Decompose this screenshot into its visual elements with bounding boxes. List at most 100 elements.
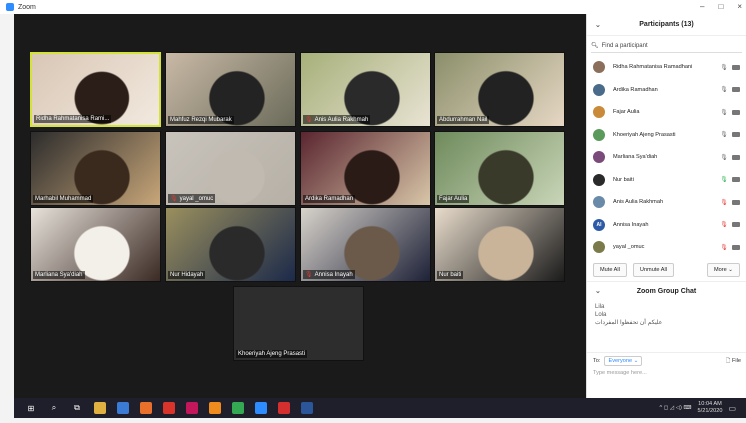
tray-icons[interactable]: ^ ◻ ◿ ◁) ⌨ <box>660 405 692 411</box>
participant-row[interactable]: Nur baiti 🎙︎ <box>587 169 746 192</box>
video-tile[interactable]: 🎙︎ Annisa Inayah <box>300 207 431 282</box>
collapse-chat-icon[interactable]: ⌄ <box>595 287 601 295</box>
video-tile[interactable]: Ridha Rahmatanisa Rami... <box>30 52 161 127</box>
avatar <box>593 241 605 254</box>
participant-name-label: 🎙︎ Annisa Inayah <box>303 270 355 279</box>
mic-muted-icon[interactable]: 🎙︎ <box>719 244 729 251</box>
app-red-icon[interactable] <box>163 402 175 414</box>
video-camera-icon[interactable] <box>732 244 740 250</box>
notification-icon[interactable]: ▭ <box>728 404 736 413</box>
video-camera-icon[interactable] <box>732 177 740 183</box>
participant-list: Ridha Rahmatanisa Ramadhani 🎙︎ Ardika Rama… <box>587 56 746 259</box>
app-orange-icon[interactable] <box>209 402 221 414</box>
minimize-button[interactable]: – <box>700 0 704 14</box>
video-camera-icon[interactable] <box>732 87 740 93</box>
video-tile[interactable]: Fajar Aulia <box>434 131 565 206</box>
participant-name-label: 🎙︎ yayal _omuc <box>168 194 216 203</box>
zoom-taskbar-icon[interactable] <box>255 402 267 414</box>
participant-name: yayal _omuc <box>179 196 214 202</box>
word-icon[interactable] <box>301 402 313 414</box>
participants-header: ⌄ Participants (13) <box>587 14 746 36</box>
gallery-view: Ridha Rahmatanisa Rami... Mahfuz Rezqi Mu… <box>14 14 586 398</box>
window-controls: – □ × <box>700 0 742 14</box>
file-icon: 🗋 <box>725 357 731 364</box>
store-icon[interactable] <box>117 402 129 414</box>
participants-title: Participants (13) <box>639 21 694 28</box>
video-camera-icon[interactable] <box>732 199 740 205</box>
video-tile[interactable]: Marliana Sya'diah <box>30 207 161 282</box>
mic-icon[interactable]: 🎙︎ <box>719 176 729 183</box>
participant-name-label: Abdurrahman Nail <box>437 116 490 124</box>
close-button[interactable]: × <box>737 0 742 14</box>
participant-row[interactable]: Anis Aulia Rakhmah 🎙︎ <box>587 191 746 214</box>
video-tile[interactable]: Ardika Ramadhan <box>300 131 431 206</box>
participant-list-name: Ridha Rahmatanisa Ramadhani <box>613 64 693 71</box>
avatar <box>593 61 605 74</box>
mic-muted-icon[interactable]: 🎙︎ <box>719 199 729 206</box>
participant-name: Anis Aulia Rakhmah <box>314 117 369 123</box>
participant-row[interactable]: Ardika Ramadhan 🎙︎ <box>587 79 746 102</box>
mute-all-button[interactable]: Mute All <box>593 262 627 277</box>
video-camera-icon[interactable] <box>732 132 740 138</box>
video-tile[interactable]: Khoeriyah Ajeng Prasasti <box>233 286 364 361</box>
participant-name: Marliana Sya'diah <box>35 272 83 278</box>
mic-icon[interactable]: 🎙︎ <box>719 154 729 161</box>
participant-name-label: 🎙︎ Anis Aulia Rakhmah <box>303 115 371 124</box>
more-button[interactable]: More ⌄ <box>707 262 740 277</box>
video-tile[interactable]: 🎙︎ yayal _omuc <box>165 131 296 206</box>
unmute-all-button[interactable]: Unmute All <box>632 262 674 277</box>
mic-muted-icon[interactable]: 🎙︎ <box>719 221 729 228</box>
video-tile[interactable]: Marhabil Muhammad <box>30 131 161 206</box>
video-camera-icon[interactable] <box>732 64 740 70</box>
participant-row[interactable]: Ridha Rahmatanisa Ramadhani 🎙︎ <box>587 56 746 79</box>
search-icon: 🔍︎ <box>591 43 599 49</box>
zoom-app-icon <box>6 3 14 11</box>
firefox-icon[interactable] <box>140 402 152 414</box>
app-pink-icon[interactable] <box>186 402 198 414</box>
video-tile[interactable]: Abdurrahman Nail <box>434 52 565 127</box>
mic-icon[interactable]: 🎙︎ <box>719 64 729 71</box>
pdf-icon[interactable] <box>278 402 290 414</box>
mic-icon[interactable]: 🎙︎ <box>719 131 729 138</box>
recipient-select[interactable]: Everyone ⌄ <box>604 355 643 366</box>
clock[interactable]: 10:04 AM 5/21/2020 <box>698 401 723 415</box>
task-view-icon[interactable]: ⧉ <box>71 402 83 414</box>
mic-icon[interactable]: 🎙︎ <box>719 86 729 93</box>
participant-name: Annisa Inayah <box>314 272 353 278</box>
find-participant-input[interactable]: 🔍︎ Find a participant <box>591 39 742 53</box>
video-camera-icon[interactable] <box>732 154 740 160</box>
collapse-participants-icon[interactable]: ⌄ <box>595 21 601 29</box>
video-tile[interactable]: Nur Hidayah <box>165 207 296 282</box>
video-camera-icon[interactable] <box>732 222 740 228</box>
video-tile[interactable]: 🎙︎ Anis Aulia Rakhmah <box>300 52 431 127</box>
chat-message-input[interactable]: Type message here... <box>593 370 647 376</box>
participant-row[interactable]: AI Annisa Inayah 🎙︎ <box>587 214 746 237</box>
participant-name-label: Nur baiti <box>437 271 464 279</box>
file-button[interactable]: 🗋 File <box>726 356 741 366</box>
video-tile[interactable]: Mahfuz Rezqi Mubarak <box>165 52 296 127</box>
avatar <box>593 83 605 96</box>
file-explorer-icon[interactable] <box>94 402 106 414</box>
participant-name-label: Ardika Ramadhan <box>303 195 356 203</box>
participant-row[interactable]: Khoeriyah Ajeng Prasasti 🎙︎ <box>587 124 746 147</box>
mic-muted-icon: 🎙︎ <box>305 272 313 278</box>
participant-list-name: Ardika Ramadhan <box>613 86 658 93</box>
participant-row[interactable]: yayal _omuc 🎙︎ <box>587 236 746 259</box>
avatar <box>593 128 605 141</box>
participant-list-name: Annisa Inayah <box>613 221 649 228</box>
participant-name: Nur Hidayah <box>170 272 204 278</box>
participant-name-label: Marliana Sya'diah <box>33 271 85 279</box>
zoom-window: Zoom – □ × Ridha Rahmatanisa Rami... Mahf… <box>0 0 746 423</box>
maximize-button[interactable]: □ <box>718 0 723 14</box>
participant-name: Ridha Rahmatanisa Rami... <box>36 116 110 122</box>
windows-start-icon[interactable]: ⊞ <box>25 402 37 414</box>
to-label: To: <box>593 357 601 364</box>
search-icon[interactable]: ⌕ <box>48 402 60 414</box>
video-camera-icon[interactable] <box>732 109 740 115</box>
participant-row[interactable]: Fajar Aulia 🎙︎ <box>587 101 746 124</box>
chrome-icon[interactable] <box>232 402 244 414</box>
video-tile[interactable]: Nur baiti <box>434 207 565 282</box>
mic-icon[interactable]: 🎙︎ <box>719 109 729 116</box>
participant-list-name: Marliana Sya'diah <box>613 154 658 161</box>
participant-row[interactable]: Marliana Sya'diah 🎙︎ <box>587 146 746 169</box>
